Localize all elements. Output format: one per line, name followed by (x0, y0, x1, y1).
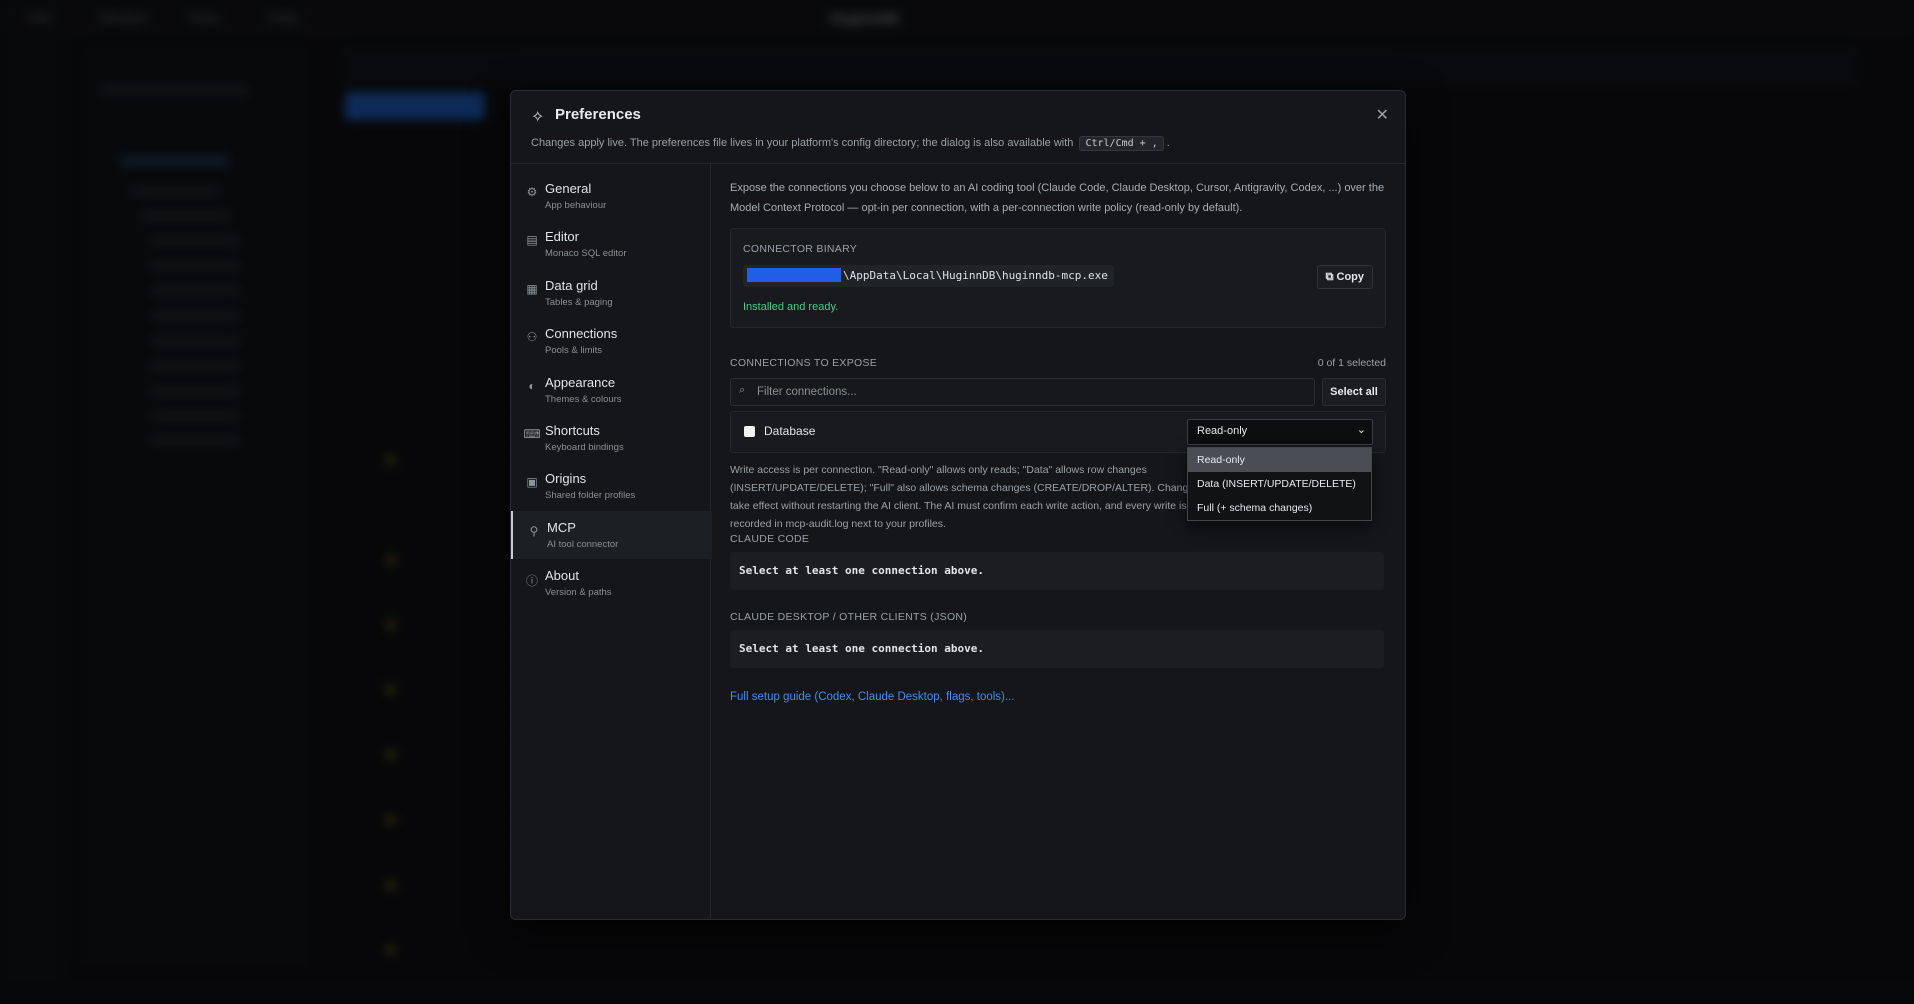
filter-input[interactable] (755, 381, 1299, 403)
search-icon: ⌕ (739, 384, 746, 396)
nav-desc: Monaco SQL editor (545, 248, 627, 259)
nav-desc: Shared folder profiles (545, 490, 636, 501)
nav-desc: Keyboard bindings (545, 442, 624, 453)
connections-label: CONNECTIONS TO EXPOSE (730, 357, 878, 369)
desktop-json-text: Select at least one connection above. (739, 642, 985, 655)
binary-path-text: \AppData\Local\HuginnDB\huginndb-mcp.exe (843, 269, 1108, 282)
chevron-down-icon: ⌄ (1356, 424, 1366, 436)
dialog-title: Preferences (555, 106, 641, 123)
sparkle-icon: ✧ (531, 109, 545, 126)
subtitle-text: Changes apply live. The preferences file… (531, 137, 1074, 149)
nav-label: Data grid (545, 278, 598, 293)
select-all-button[interactable]: Select all (1322, 378, 1386, 406)
binary-path[interactable]: \AppData\Local\HuginnDB\huginndb-mcp.exe (743, 265, 1114, 287)
filter-connections[interactable]: ⌕ (730, 378, 1315, 406)
nav-label: Editor (545, 229, 579, 244)
nav-desc: App behaviour (545, 200, 607, 211)
copy-label: Copy (1336, 271, 1365, 283)
plug-icon: ⚲ (529, 524, 539, 538)
selected-count: 0 of 1 selected (1317, 357, 1386, 369)
nav-label: Connections (545, 326, 618, 341)
dialog-subtitle: Changes apply live. The preferences file… (531, 136, 1170, 151)
nav-item-shortcuts[interactable]: ⌨ Shortcuts Keyboard bindings (511, 414, 710, 462)
install-status: Installed and ready. (743, 301, 839, 313)
nav-desc: Tables & paging (545, 297, 613, 308)
claude-code-text: Select at least one connection above. (739, 564, 985, 577)
close-icon[interactable]: ✕ (1376, 105, 1389, 125)
policy-option-read-only[interactable]: Read-only (1188, 448, 1371, 472)
desktop-json-label: CLAUDE DESKTOP / OTHER CLIENTS (JSON) (730, 611, 968, 623)
connector-binary-label: CONNECTOR BINARY (743, 243, 858, 255)
claude-code-label: CLAUDE CODE (730, 533, 810, 545)
nav-label: Shortcuts (545, 423, 600, 438)
nav-label: Appearance (545, 375, 616, 390)
dialog-header: ✧ Preferences Changes apply live. The pr… (511, 91, 1405, 164)
nav-item-editor[interactable]: ▤ Editor Monaco SQL editor (511, 220, 710, 268)
nav-desc: Pools & limits (545, 345, 603, 356)
setup-guide-link[interactable]: Full setup guide (Codex, Claude Desktop,… (730, 691, 1014, 703)
info-icon: ⓘ (525, 574, 538, 588)
write-policy-dropdown: Read-only Data (INSERT/UPDATE/DELETE) Fu… (1187, 447, 1372, 521)
nav-label: Origins (545, 471, 587, 486)
nav-label: General (545, 181, 592, 196)
connection-checkbox[interactable] (744, 426, 755, 437)
write-access-help: Write access is per connection. "Read-on… (730, 464, 1200, 530)
shortcut-kbd: Ctrl/Cmd + , (1079, 136, 1164, 151)
gear-icon: ⚙ (526, 185, 538, 199)
nav-label: MCP (547, 520, 576, 535)
file-icon: ▤ (526, 233, 538, 247)
nav-label: About (545, 568, 579, 583)
connection-name: Database (764, 424, 816, 438)
copy-icon: ⧉ (1325, 271, 1334, 283)
policy-option-full[interactable]: Full (+ schema changes) (1188, 496, 1371, 520)
nav-item-about[interactable]: ⓘ About Version & paths (511, 559, 710, 607)
connector-binary-card: CONNECTOR BINARY \AppData\Local\HuginnDB… (730, 228, 1386, 328)
preferences-nav: ⚙ General App behaviour ▤ Editor Monaco … (511, 164, 712, 918)
claude-code-snippet[interactable]: Select at least one connection above. (730, 552, 1384, 590)
redacted-username (747, 268, 841, 282)
nav-item-mcp[interactable]: ⚲ MCP AI tool connector (511, 511, 712, 559)
subtitle-end: . (1166, 137, 1170, 149)
nav-item-origins[interactable]: ▣ Origins Shared folder profiles (511, 462, 710, 510)
policy-value: Read-only (1197, 425, 1248, 437)
mcp-intro: Expose the connections you choose below … (730, 182, 1385, 214)
nav-item-data-grid[interactable]: ▦ Data grid Tables & paging (511, 269, 710, 317)
nav-desc: AI tool connector (547, 539, 619, 550)
network-icon: ⚇ (526, 330, 538, 344)
nav-item-appearance[interactable]: ◐ Appearance Themes & colours (511, 366, 710, 414)
write-policy-select[interactable]: Read-only ⌄ (1187, 419, 1373, 445)
folder-icon: ▣ (526, 475, 538, 489)
nav-desc: Version & paths (545, 587, 612, 598)
desktop-json-snippet[interactable]: Select at least one connection above. (730, 630, 1384, 668)
table-icon: ▦ (526, 282, 538, 296)
nav-item-connections[interactable]: ⚇ Connections Pools & limits (511, 317, 710, 365)
copy-button[interactable]: ⧉ Copy (1316, 265, 1373, 289)
policy-option-data[interactable]: Data (INSERT/UPDATE/DELETE) (1188, 472, 1371, 496)
nav-item-general[interactable]: ⚙ General App behaviour (511, 172, 710, 220)
keyboard-icon: ⌨ (523, 427, 541, 441)
nav-desc: Themes & colours (545, 394, 622, 405)
palette-icon: ◐ (528, 379, 536, 393)
